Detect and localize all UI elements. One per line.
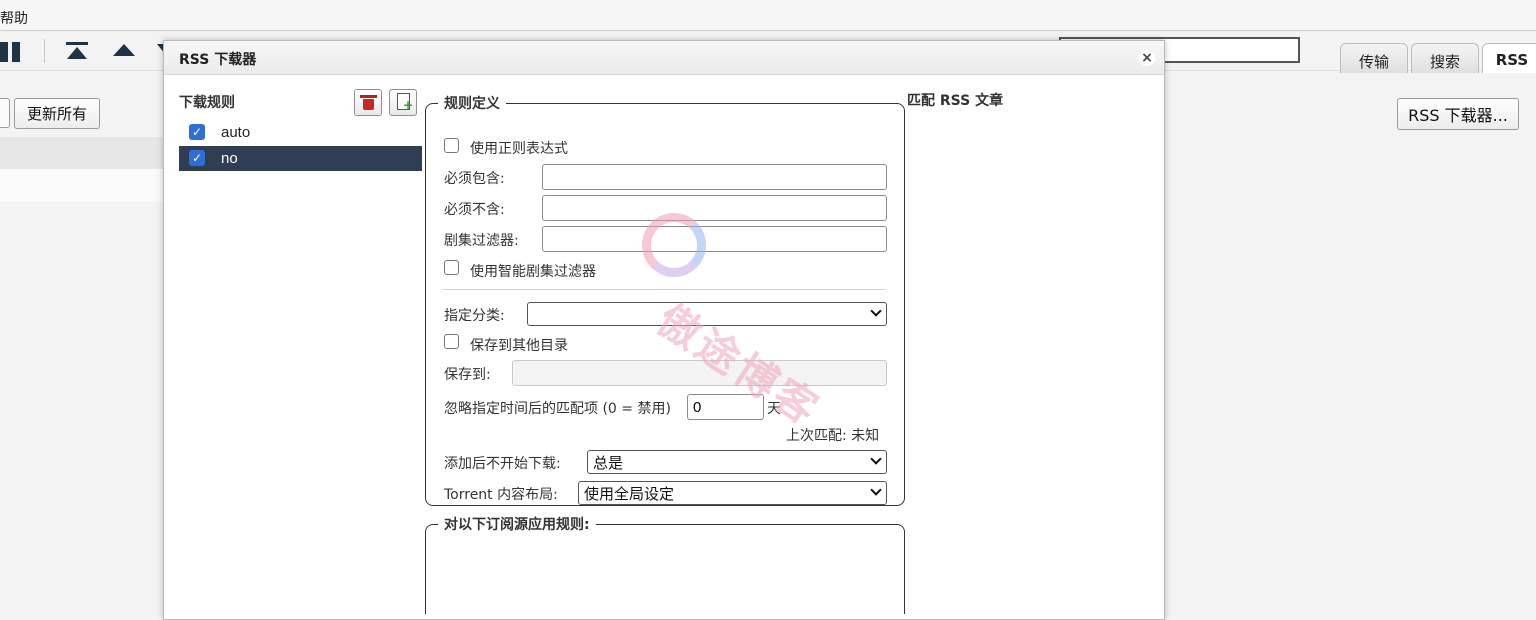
use-regex-checkbox[interactable]	[444, 138, 459, 153]
update-all-button[interactable]: 更新所有	[14, 98, 100, 129]
ignore-days-label: 忽略指定时间后的匹配项 (0 = 禁用)	[444, 401, 671, 417]
rule-definition-legend: 规则定义	[444, 96, 500, 112]
new-document-icon	[397, 93, 413, 111]
content-layout-select[interactable]: 使用全局设定	[578, 481, 887, 505]
assign-category-label: 指定分类:	[444, 308, 505, 324]
episode-filter-label: 剧集过滤器:	[444, 233, 519, 249]
apply-to-feeds-legend: 对以下订阅源应用规则:	[444, 517, 590, 533]
chevron-down-icon	[870, 484, 882, 496]
ignore-days-input[interactable]	[687, 394, 764, 420]
move-to-top-icon[interactable]	[66, 42, 88, 62]
last-match-text: 上次匹配: 未知	[786, 428, 880, 444]
partial-button[interactable]	[0, 98, 10, 128]
trash-icon	[360, 95, 377, 110]
section-divider	[442, 289, 886, 290]
content-layout-label: Torrent 内容布局:	[444, 487, 558, 503]
rss-downloader-button[interactable]: RSS 下载器...	[1397, 98, 1519, 130]
rss-downloader-dialog: RSS 下载器 × 下载规则 ✓ auto ✓ no 规则定义 使用正则表达式 …	[163, 40, 1165, 620]
rule-name: no	[221, 150, 238, 167]
add-rule-button[interactable]	[389, 89, 417, 116]
save-to-input	[512, 360, 887, 386]
add-paused-value: 总是	[593, 454, 624, 472]
checkbox-checked-icon[interactable]: ✓	[189, 124, 205, 140]
smart-episode-filter-label: 使用智能剧集过滤器	[470, 264, 596, 280]
rule-item-auto[interactable]: ✓ auto	[179, 120, 422, 145]
toolbar-divider	[44, 39, 45, 63]
menu-bar: 帮助	[0, 0, 1536, 31]
add-paused-select[interactable]: 总是	[587, 450, 887, 474]
matching-articles-title: 匹配 RSS 文章	[907, 93, 1004, 109]
must-not-contain-input[interactable]	[542, 195, 887, 221]
save-to-label: 保存到:	[444, 367, 491, 383]
delete-rule-button[interactable]	[354, 89, 382, 116]
chevron-down-icon	[870, 453, 882, 465]
tab-transfers[interactable]: 传输	[1340, 43, 1408, 73]
apply-to-feeds-group: 对以下订阅源应用规则:	[425, 514, 905, 614]
feed-list-row[interactable]	[0, 137, 165, 169]
save-other-dir-label: 保存到其他目录	[470, 338, 568, 354]
content-layout-value: 使用全局设定	[584, 485, 675, 503]
download-rules-label: 下载规则	[179, 95, 235, 111]
rule-item-no[interactable]: ✓ no	[179, 146, 422, 171]
category-select[interactable]	[527, 302, 887, 326]
rule-name: auto	[221, 124, 251, 141]
use-regex-label: 使用正则表达式	[470, 141, 568, 157]
must-contain-label: 必须包含:	[444, 171, 505, 187]
checkbox-checked-icon[interactable]: ✓	[189, 150, 205, 166]
dialog-title: RSS 下载器	[179, 52, 257, 68]
add-paused-label: 添加后不开始下载:	[444, 456, 561, 472]
rule-definition-group: 规则定义 使用正则表达式 必须包含: 必须不含: 剧集过滤器: 使用智能剧集过滤…	[425, 93, 905, 506]
tab-search[interactable]: 搜索	[1411, 43, 1479, 73]
episode-filter-input[interactable]	[542, 226, 887, 252]
must-not-contain-label: 必须不含:	[444, 202, 505, 218]
pause-icon[interactable]	[0, 42, 22, 62]
close-icon[interactable]: ×	[1139, 50, 1155, 66]
feed-list-row[interactable]	[0, 169, 165, 202]
dialog-header: RSS 下载器 ×	[164, 41, 1164, 75]
ignore-days-unit: 天	[767, 401, 781, 417]
smart-episode-filter-checkbox[interactable]	[444, 260, 459, 275]
tab-rss[interactable]: RSS	[1482, 43, 1536, 73]
chevron-down-icon	[870, 305, 882, 317]
must-contain-input[interactable]	[542, 164, 887, 190]
move-up-icon[interactable]	[113, 44, 135, 56]
menu-help[interactable]: 帮助	[0, 8, 28, 28]
save-other-dir-checkbox[interactable]	[444, 334, 459, 349]
